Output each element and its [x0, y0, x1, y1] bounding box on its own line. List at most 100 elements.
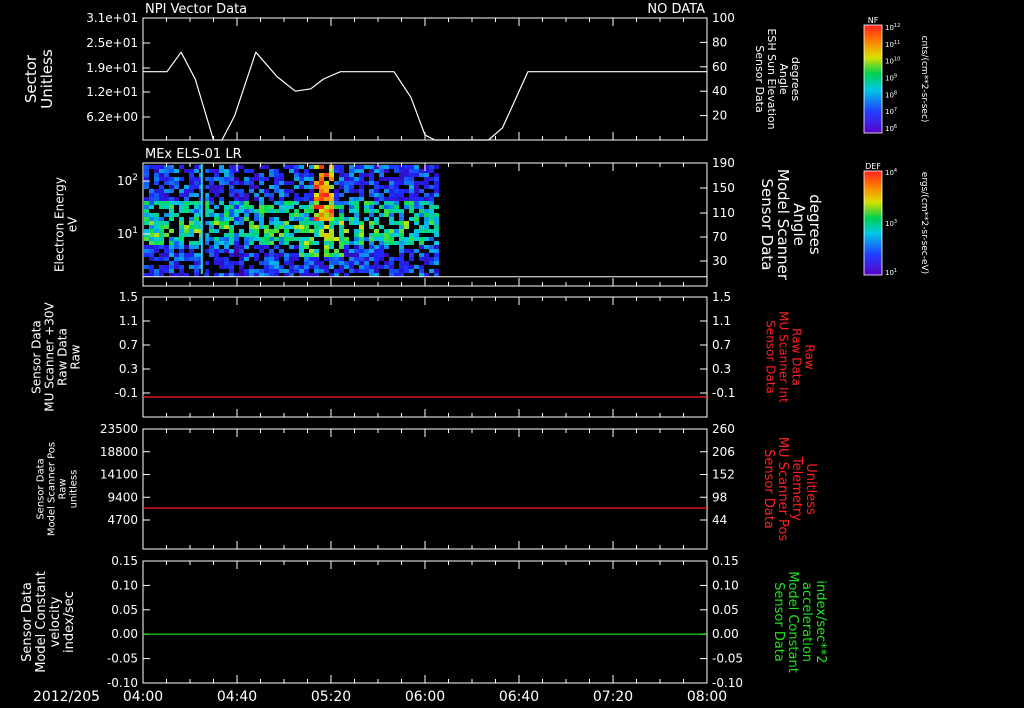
spectrogram-cell: [254, 213, 259, 217]
spectrogram-cell: [384, 245, 389, 249]
spectrogram-cell: [339, 265, 344, 269]
y-axis-right-label-line: ESH Sun Elevation: [765, 28, 778, 129]
spectrogram-cell: [294, 197, 299, 201]
spectrogram-cell: [174, 261, 179, 265]
spectrogram-cell: [179, 165, 184, 169]
spectrogram-cell: [314, 261, 319, 265]
spectrogram-cell: [314, 193, 319, 197]
y-tick-label-right: 150: [712, 181, 735, 195]
y-axis-right-label-line: acceleration: [799, 582, 814, 662]
spectrogram-cell: [424, 225, 429, 229]
spectrogram-cell: [144, 229, 149, 233]
spectrogram-cell: [239, 181, 244, 185]
spectrogram-cell: [424, 213, 429, 217]
spectrogram-cell: [369, 213, 374, 217]
spectrogram-cell: [394, 197, 399, 201]
spectrogram-cell: [299, 181, 304, 185]
spectrogram-cell: [324, 269, 329, 273]
spectrogram-cell: [344, 177, 349, 181]
spectrogram-cell: [429, 205, 434, 209]
spectrogram-cell: [159, 265, 164, 269]
spectrogram-cell: [179, 229, 184, 233]
spectrogram-cell: [244, 245, 249, 249]
spectrogram-cell: [334, 253, 339, 257]
spectrogram-cell: [244, 269, 249, 273]
spectrogram-cell: [229, 229, 234, 233]
spectrogram-cell: [149, 229, 154, 233]
spectrogram-cells: [144, 165, 439, 277]
spectrogram-cell: [419, 197, 424, 201]
spectrogram-cell: [194, 245, 199, 249]
spectrogram-cell: [369, 177, 374, 181]
spectrogram-cell: [364, 201, 369, 205]
spectrogram-cell: [309, 237, 314, 241]
spectrogram-cell: [189, 201, 194, 205]
spectrogram-cell: [339, 201, 344, 205]
spectrogram-cell: [309, 209, 314, 213]
spectrogram-cell: [164, 189, 169, 193]
spectrogram-cell: [404, 249, 409, 253]
spectrogram-cell: [324, 241, 329, 245]
spectrogram-cell: [434, 233, 439, 237]
spectrogram-cell: [309, 221, 314, 225]
plot-canvas: NPI Vector Data NO DATA 3.1e+01 2.5e+01 1.9e…: [20, 2, 929, 705]
spectrogram-cell: [219, 265, 224, 269]
spectrogram-cell: [379, 205, 384, 209]
spectrogram-cell: [239, 249, 244, 253]
spectrogram-cell: [434, 173, 439, 177]
spectrogram-cell: [144, 165, 149, 169]
spectrogram-cell: [234, 189, 239, 193]
y-tick-label-right: 70: [712, 230, 727, 244]
spectrogram-cell: [429, 217, 434, 221]
spectrogram-cell: [399, 249, 404, 253]
spectrogram-cell: [394, 209, 399, 213]
spectrogram-cell: [164, 225, 169, 229]
spectrogram-cell: [249, 209, 254, 213]
spectrogram-cell: [339, 241, 344, 245]
spectrogram-cell: [184, 201, 189, 205]
panel-title-right: NO DATA: [647, 2, 705, 17]
spectrogram-cell: [389, 185, 394, 189]
spectrogram-cell: [159, 233, 164, 237]
spectrogram-cell: [414, 165, 419, 169]
colorbar-tick-base: 10: [885, 75, 894, 83]
spectrogram-cell: [194, 209, 199, 213]
spectrogram-cell: [219, 213, 224, 217]
spectrogram-cell: [304, 229, 309, 233]
spectrogram-cell: [329, 185, 334, 189]
spectrogram-cell: [414, 221, 419, 225]
spectrogram-cell: [179, 205, 184, 209]
spectrogram-cell: [244, 197, 249, 201]
spectrogram-cell: [234, 221, 239, 225]
spectrogram-cell: [289, 189, 294, 193]
y-tick-label-right: 0.05: [712, 603, 739, 617]
spectrogram-cell: [214, 241, 219, 245]
spectrogram-cell: [274, 225, 279, 229]
spectrogram-cell: [214, 245, 219, 249]
spectrogram-cell: [329, 193, 334, 197]
spectrogram-cell: [304, 241, 309, 245]
spectrogram-cell: [294, 165, 299, 169]
y-tick-label-left: 101: [117, 226, 138, 241]
spectrogram-cell: [394, 221, 399, 225]
spectrogram-cell: [154, 177, 159, 181]
spectrogram-cell: [349, 165, 354, 169]
spectrogram-cell: [324, 197, 329, 201]
spectrogram-cell: [289, 181, 294, 185]
spectrogram-cell: [269, 217, 274, 221]
spectrogram-cell: [229, 177, 234, 181]
colorbar-tick-exp: 7: [894, 107, 897, 113]
y-tick-label-left: 0.05: [111, 603, 138, 617]
spectrogram-cell: [174, 237, 179, 241]
spectrogram-cell: [269, 233, 274, 237]
spectrogram-cell: [314, 165, 319, 169]
spectrogram-cell: [229, 265, 234, 269]
spectrogram-cell: [419, 209, 424, 213]
spectrogram-cell: [329, 213, 334, 217]
spectrogram-cell: [234, 261, 239, 265]
spectrogram-cell: [354, 257, 359, 261]
spectrogram-cell: [254, 253, 259, 257]
spectrogram-cell: [174, 181, 179, 185]
colorbar-tick-exp: 4: [894, 168, 897, 174]
spectrogram-cell: [294, 177, 299, 181]
